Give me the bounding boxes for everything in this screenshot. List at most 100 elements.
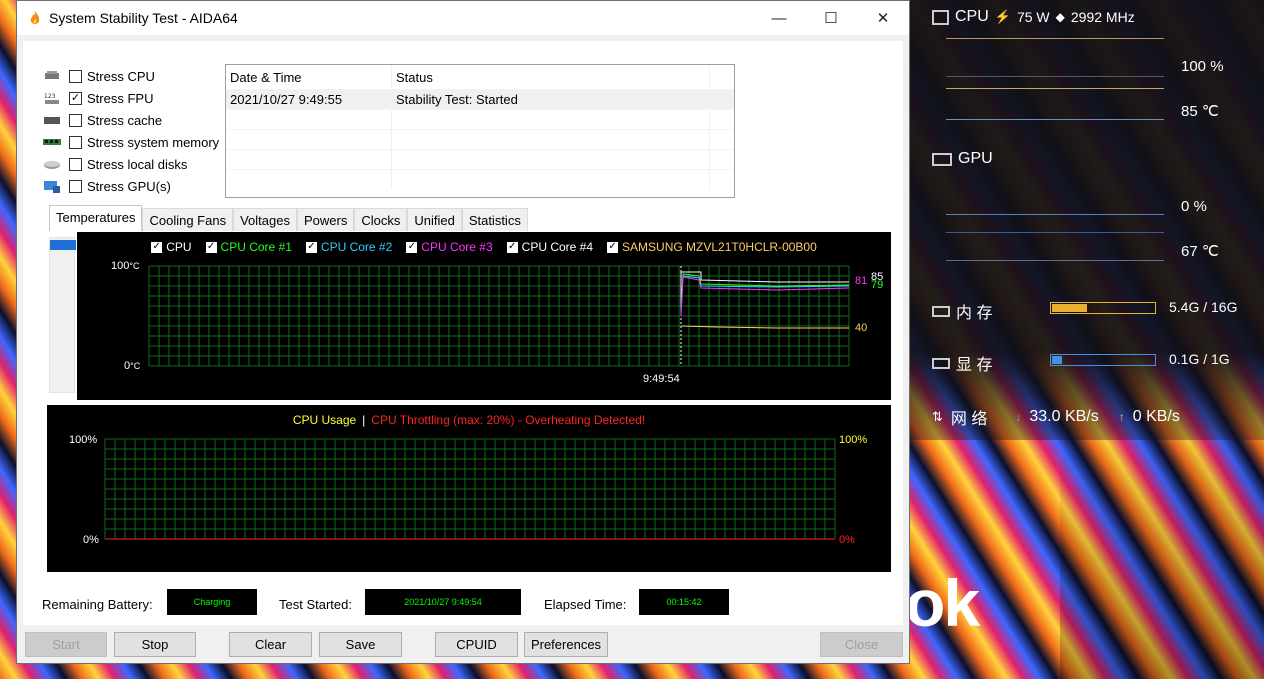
cpu-graph-title: CPU Usage | CPU Throttling (max: 20%) - … xyxy=(47,413,891,427)
close-button[interactable]: Close xyxy=(820,632,903,657)
preferences-button[interactable]: Preferences xyxy=(524,632,608,657)
legend-core4-label: CPU Core #4 xyxy=(521,240,594,254)
aida64-window: System Stability Test - AIDA64 — ☐ ✕ Str… xyxy=(16,0,910,664)
temperature-legend: ✓ CPU ✓ CPU Core #1 ✓ CPU Core #2 ✓ CPU Core… xyxy=(77,240,891,254)
log-cell-time: 2021/10/27 9:49:55 xyxy=(226,90,392,109)
minimize-button[interactable]: — xyxy=(753,1,805,35)
log-header-status[interactable]: Status xyxy=(392,65,710,89)
window-title: System Stability Test - AIDA64 xyxy=(49,10,238,26)
clear-button[interactable]: Clear xyxy=(229,632,312,657)
tab-voltages[interactable]: Voltages xyxy=(233,208,297,231)
cpuid-button[interactable]: CPUID xyxy=(435,632,518,657)
cpu-usage-graph: CPU Usage | CPU Throttling (max: 20%) - … xyxy=(47,405,891,572)
cpu-usage-grid xyxy=(104,438,836,540)
stress-cpu-option[interactable]: Stress CPU xyxy=(43,65,219,87)
stress-gpu-option[interactable]: Stress GPU(s) xyxy=(43,175,219,197)
cpu-load: 100 % xyxy=(1181,58,1224,75)
stress-disks-option[interactable]: Stress local disks xyxy=(43,153,219,175)
legend-core3[interactable]: ✓ CPU Core #3 xyxy=(406,240,493,254)
cpu-throttling-title: CPU Throttling (max: 20%) - Overheating … xyxy=(371,413,646,427)
legend-core2[interactable]: ✓ CPU Core #2 xyxy=(305,240,393,254)
cpu-axis-right-bottom: 0% xyxy=(839,534,855,546)
window-client-area: Stress CPU 123 ✓ Stress FPU Stress cache… xyxy=(17,35,909,663)
stress-options: Stress CPU 123 ✓ Stress FPU Stress cache… xyxy=(43,65,219,197)
memory-value: 5.4G / 16G xyxy=(1169,299,1238,315)
memory-icon xyxy=(932,305,950,317)
temperature-graph: ✓ CPU ✓ CPU Core #1 ✓ CPU Core #2 ✓ CPU Core… xyxy=(77,232,891,400)
stress-memory-checkbox[interactable] xyxy=(69,135,82,149)
event-log-table[interactable]: Date & Time Status 2021/10/27 9:49:55 St… xyxy=(225,64,735,198)
cpu-axis-left-bottom: 0% xyxy=(83,534,99,546)
stress-gpu-checkbox[interactable] xyxy=(69,179,82,193)
legend-cpu-checkbox[interactable]: ✓ xyxy=(151,241,163,253)
legend-ssd[interactable]: ✓ SAMSUNG MZVL21T0HCLR-00B00 xyxy=(607,240,817,254)
stress-cache-option[interactable]: Stress cache xyxy=(43,109,219,131)
log-cell-status: Stability Test: Started xyxy=(392,90,710,109)
network-up: 0 KB/s xyxy=(1132,408,1180,425)
stress-memory-option[interactable]: Stress system memory xyxy=(43,131,219,153)
stress-fpu-label: Stress FPU xyxy=(87,90,154,106)
close-window-button[interactable]: ✕ xyxy=(857,1,909,35)
main-panel: Stress CPU 123 ✓ Stress FPU Stress cache… xyxy=(23,41,903,625)
log-row[interactable]: 2021/10/27 9:49:55 Stability Test: Start… xyxy=(226,89,734,109)
cpu-power: 75 W xyxy=(1016,9,1050,25)
stress-cpu-checkbox[interactable] xyxy=(69,69,82,83)
stress-cpu-label: Stress CPU xyxy=(87,68,155,84)
tab-clocks[interactable]: Clocks xyxy=(354,208,408,231)
legend-core3-label: CPU Core #3 xyxy=(421,240,493,254)
vram-label: 显 存 xyxy=(956,357,993,374)
gpu-temp: 67 ℃ xyxy=(1181,243,1219,260)
title-bar[interactable]: System Stability Test - AIDA64 — ☐ ✕ xyxy=(17,1,909,35)
legend-core4-checkbox[interactable]: ✓ xyxy=(506,241,518,253)
status-row: Remaining Battery: Charging Test Started… xyxy=(23,589,903,619)
stress-memory-label: Stress system memory xyxy=(87,134,220,150)
log-header-datetime[interactable]: Date & Time xyxy=(226,65,392,89)
cpu-temp: 85 ℃ xyxy=(1181,103,1219,120)
svg-text:123: 123 xyxy=(44,93,56,100)
legend-core4[interactable]: ✓ CPU Core #4 xyxy=(506,240,594,254)
save-button[interactable]: Save xyxy=(319,632,402,657)
legend-core2-label: CPU Core #2 xyxy=(320,240,393,254)
stress-disks-checkbox[interactable] xyxy=(69,157,82,171)
gpu-load: 0 % xyxy=(1181,198,1207,215)
tab-powers[interactable]: Powers xyxy=(296,208,355,231)
cpu-clock: 2992 MHz xyxy=(1070,9,1135,25)
temp-time-label: 9:49:54 xyxy=(643,373,680,385)
legend-core3-checkbox[interactable]: ✓ xyxy=(406,241,418,253)
tab-cooling-fans[interactable]: Cooling Fans xyxy=(142,208,234,231)
start-button[interactable]: Start xyxy=(25,632,107,657)
legend-core1[interactable]: ✓ CPU Core #1 xyxy=(205,240,292,254)
wallpaper-brand-text: ok xyxy=(905,566,980,640)
log-row-empty xyxy=(226,129,734,149)
memory-label: 内 存 xyxy=(956,305,993,322)
legend-core2-checkbox[interactable]: ✓ xyxy=(305,241,317,253)
tab-temperatures[interactable]: Temperatures xyxy=(49,205,143,231)
elapsed-time-label: Elapsed Time: xyxy=(544,597,627,612)
title-separator: | xyxy=(362,413,366,427)
cpu-usage-title: CPU Usage xyxy=(292,413,357,427)
legend-ssd-checkbox[interactable]: ✓ xyxy=(607,241,619,253)
temp-axis-bottom: 0°C xyxy=(124,360,141,372)
battery-value: Charging xyxy=(167,589,257,615)
legend-cpu-label: CPU xyxy=(166,240,192,254)
graph-scroll-slider[interactable] xyxy=(49,237,76,393)
download-arrow-icon: ↓ xyxy=(1015,410,1022,424)
slider-thumb[interactable] xyxy=(50,240,76,250)
stress-fpu-checkbox[interactable]: ✓ xyxy=(69,91,82,105)
network-down: 33.0 KB/s xyxy=(1029,408,1099,425)
power-icon: ⚡ xyxy=(994,9,1011,24)
graph-tabs: Temperatures Cooling Fans Voltages Power… xyxy=(49,205,528,231)
stress-cache-checkbox[interactable] xyxy=(69,113,82,127)
legend-core1-checkbox[interactable]: ✓ xyxy=(205,241,217,253)
vram-usage-bar xyxy=(1050,354,1156,366)
battery-label: Remaining Battery: xyxy=(42,597,153,612)
vram-value: 0.1G / 1G xyxy=(1169,351,1230,367)
maximize-button[interactable]: ☐ xyxy=(805,1,857,35)
legend-cpu[interactable]: ✓ CPU xyxy=(151,240,192,254)
stress-fpu-option[interactable]: 123 ✓ Stress FPU xyxy=(43,87,219,109)
log-row-empty xyxy=(226,109,734,129)
stop-button[interactable]: Stop xyxy=(114,632,196,657)
clock-icon: ◆ xyxy=(1055,10,1065,24)
tab-statistics[interactable]: Statistics xyxy=(461,208,528,231)
tab-unified[interactable]: Unified xyxy=(407,208,462,231)
